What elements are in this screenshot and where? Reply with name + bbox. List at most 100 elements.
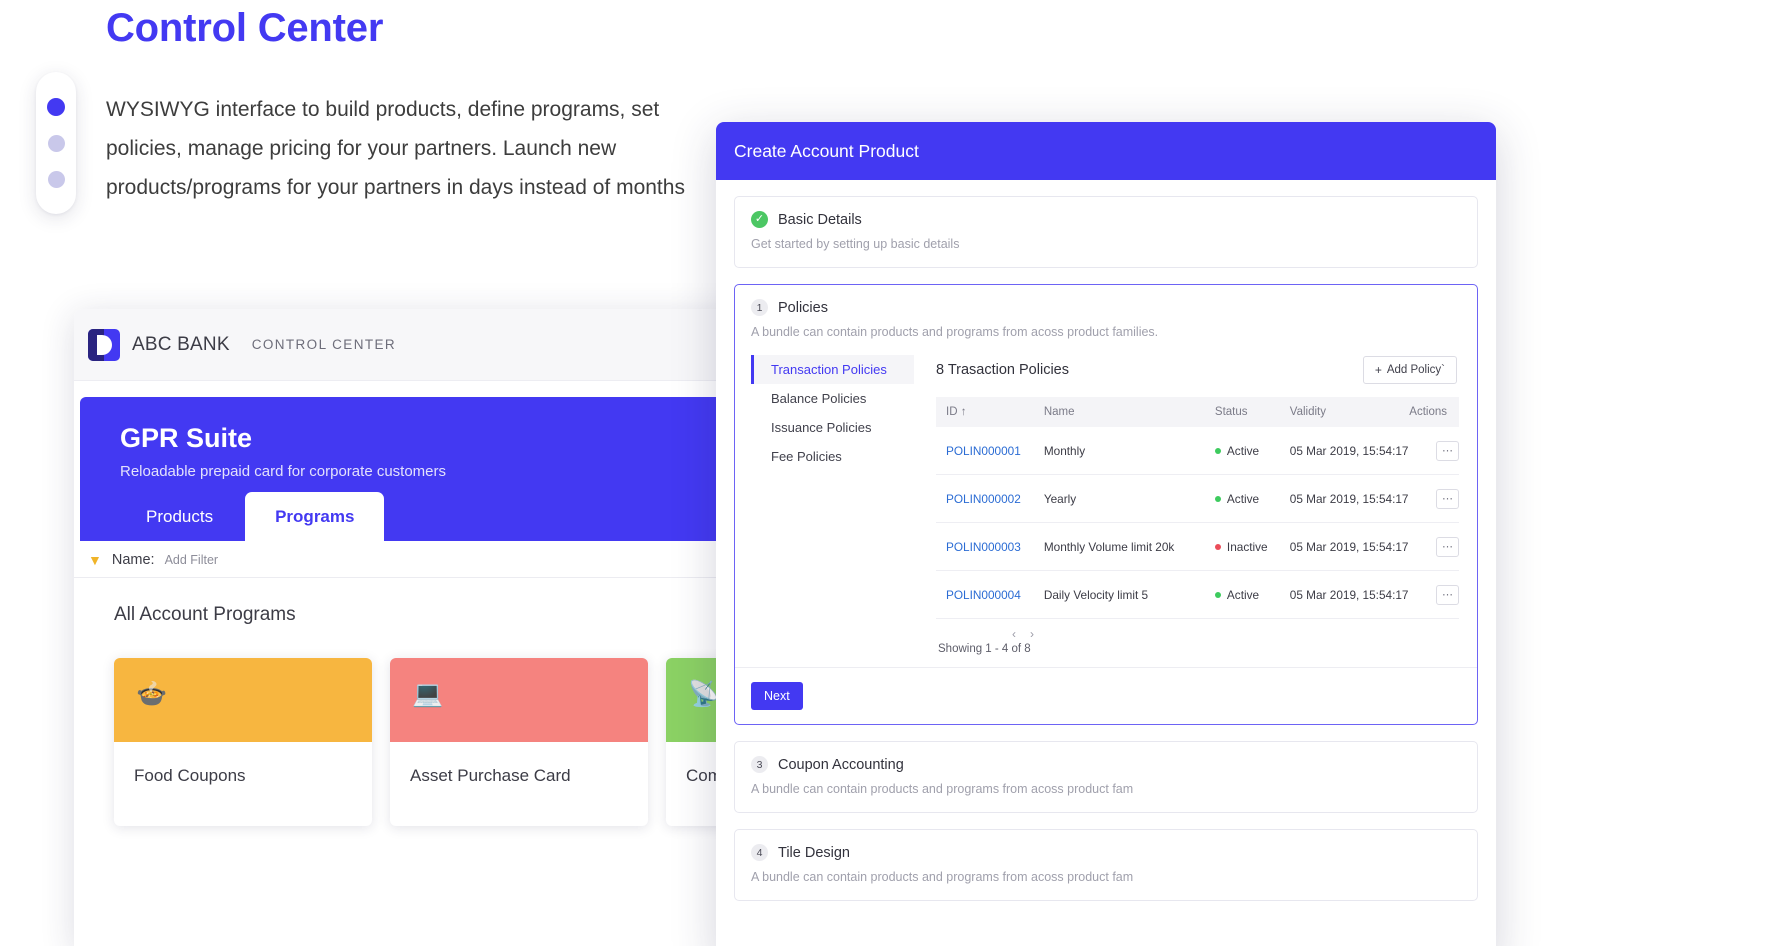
cell-validity: 05 Mar 2019, 15:54:17 [1289, 522, 1410, 571]
cell-name: Monthly Volume limit 20k [1043, 522, 1215, 571]
program-card[interactable]: 🍲 Food Coupons [114, 658, 372, 826]
policy-id-link[interactable]: POLIN000003 [946, 540, 1021, 554]
check-circle-icon: ✓ [751, 211, 768, 228]
next-button[interactable]: Next [751, 682, 803, 710]
next-page-button[interactable]: › [1030, 627, 1034, 641]
laptop-icon: 💻 [412, 680, 444, 708]
page-root: Control Center WYSIWYG interface to buil… [0, 0, 1786, 946]
row-menu-icon[interactable]: ⋯ [1436, 537, 1459, 557]
table-row[interactable]: POLIN000002 Yearly Active 05 Mar 2019, 1… [936, 474, 1459, 523]
step-basic-details[interactable]: ✓ Basic Details Get started by setting u… [734, 196, 1478, 268]
hero-description: WYSIWYG interface to build products, def… [106, 98, 685, 199]
cell-name: Monthly [1043, 427, 1215, 475]
table-row[interactable]: POLIN000003 Monthly Volume limit 20k Ina… [936, 522, 1459, 571]
step-label: Tile Design [778, 844, 850, 861]
step-number-badge: 1 [751, 299, 768, 316]
table-head: ID ↑ Name Status Validity Actions [936, 397, 1459, 427]
row-menu-icon[interactable]: ⋯ [1436, 489, 1459, 509]
carousel-dots [36, 72, 76, 214]
status-badge: Inactive [1214, 540, 1290, 554]
column-header-status[interactable]: Status [1214, 397, 1290, 427]
table-header-row: ID ↑ Name Status Validity Actions [936, 397, 1459, 427]
table-body: POLIN000001 Monthly Active 05 Mar 2019, [936, 427, 1459, 619]
step-header: ✓ Basic Details [751, 211, 1461, 228]
carousel-dot-3[interactable] [47, 171, 65, 188]
step-footer: Next [735, 667, 1477, 724]
card-header: 🍲 [114, 658, 372, 742]
cell-status: Active [1214, 427, 1290, 475]
table-row[interactable]: POLIN000004 Daily Velocity limit 5 Activ… [936, 570, 1459, 619]
cell-id: POLIN000002 [936, 474, 1044, 523]
column-header-id[interactable]: ID ↑ [936, 397, 1044, 427]
column-header-name[interactable]: Name [1043, 397, 1215, 427]
plus-icon: + [1374, 363, 1382, 377]
prev-page-button[interactable]: ‹ [1012, 627, 1016, 641]
step-description: A bundle can contain products and progra… [751, 870, 1134, 884]
step-number-badge: 3 [751, 756, 768, 773]
sort-asc-icon: ↑ [960, 406, 967, 418]
policy-tab-fee[interactable]: Fee Policies [751, 442, 914, 471]
create-account-product-modal: Create Account Product ✓ Basic Details G… [716, 122, 1496, 946]
cell-name: Yearly [1043, 474, 1215, 523]
step-description: A bundle can contain products and progra… [751, 782, 1134, 796]
bank-logo-icon [88, 328, 120, 361]
step-coupon-accounting[interactable]: 3 Coupon Accounting A bundle can contain… [734, 741, 1478, 813]
status-badge: Active [1214, 444, 1290, 458]
tab-programs[interactable]: Programs [245, 492, 385, 542]
status-label: Inactive [1226, 540, 1268, 554]
modal-title: Create Account Product [734, 140, 919, 161]
cell-status: Active [1214, 570, 1290, 619]
column-header-validity[interactable]: Validity [1289, 397, 1410, 427]
table-row[interactable]: POLIN000001 Monthly Active 05 Mar 2019, [936, 427, 1459, 475]
status-badge: Active [1214, 492, 1290, 506]
bowl-icon: 🍲 [136, 680, 168, 708]
policy-id-link[interactable]: POLIN000002 [946, 492, 1021, 506]
policy-tab-balance[interactable]: Balance Policies [751, 384, 914, 413]
step-header: 1 Policies [751, 299, 1461, 316]
add-policy-button[interactable]: + Add Policy` [1362, 356, 1457, 384]
column-header-actions: Actions [1409, 397, 1459, 427]
status-dot-icon [1214, 592, 1221, 598]
cell-validity: 05 Mar 2019, 15:54:17 [1289, 570, 1410, 619]
policy-table-panel: 8 Trasaction Policies + Add Policy` ID ↑… [914, 353, 1461, 655]
cell-name: Daily Velocity limit 5 [1043, 570, 1215, 619]
add-filter-button[interactable]: Add Filter [165, 553, 219, 567]
card-label: Food Coupons [134, 766, 246, 785]
policies-body: Transaction Policies Balance Policies Is… [751, 353, 1461, 655]
row-menu-icon[interactable]: ⋯ [1436, 585, 1459, 605]
carousel-dot-1[interactable] [47, 98, 65, 116]
cell-validity: 05 Mar 2019, 15:54:17 [1289, 474, 1410, 523]
program-card[interactable]: 💻 Asset Purchase Card [390, 658, 648, 826]
status-label: Active [1226, 492, 1260, 506]
policies-table: ID ↑ Name Status Validity Actions POLIN0… [936, 397, 1459, 619]
carousel-dot-2[interactable] [47, 135, 65, 152]
step-policies[interactable]: 1 Policies A bundle can contain products… [734, 284, 1478, 725]
step-header: 3 Coupon Accounting [751, 756, 1461, 773]
policy-count-label: 8 Trasaction Policies [936, 362, 1069, 378]
pagination-controls: ‹ › [938, 627, 1459, 641]
step-number-badge: 4 [751, 844, 768, 861]
card-header: 💻 [390, 658, 648, 742]
suite-tabs: Products Programs [116, 492, 385, 542]
status-badge: Active [1214, 588, 1290, 602]
cell-id: POLIN000001 [936, 427, 1044, 475]
cell-actions: ⋯ [1409, 474, 1459, 523]
router-icon: 📡 [688, 680, 720, 708]
pagination-info: Showing 1 - 4 of 8 [938, 643, 1031, 655]
step-description: Get started by setting up basic details [751, 237, 960, 251]
policy-id-link[interactable]: POLIN000004 [946, 588, 1021, 602]
card-label: Asset Purchase Card [410, 766, 571, 785]
add-policy-label: Add Policy` [1386, 364, 1445, 376]
modal-header: Create Account Product [716, 122, 1496, 180]
modal-body: ✓ Basic Details Get started by setting u… [716, 180, 1496, 901]
policy-tab-transaction[interactable]: Transaction Policies [751, 355, 914, 384]
status-label: Active [1226, 588, 1260, 602]
filter-name-label: Name: [111, 551, 155, 568]
step-header: 4 Tile Design [751, 844, 1461, 861]
policy-tab-issuance[interactable]: Issuance Policies [751, 413, 914, 442]
step-tile-design[interactable]: 4 Tile Design A bundle can contain produ… [734, 829, 1478, 901]
policy-id-link[interactable]: POLIN000001 [946, 444, 1021, 458]
tab-products[interactable]: Products [116, 492, 243, 542]
row-menu-icon[interactable]: ⋯ [1436, 441, 1459, 461]
policy-category-tabs: Transaction Policies Balance Policies Is… [751, 353, 914, 655]
